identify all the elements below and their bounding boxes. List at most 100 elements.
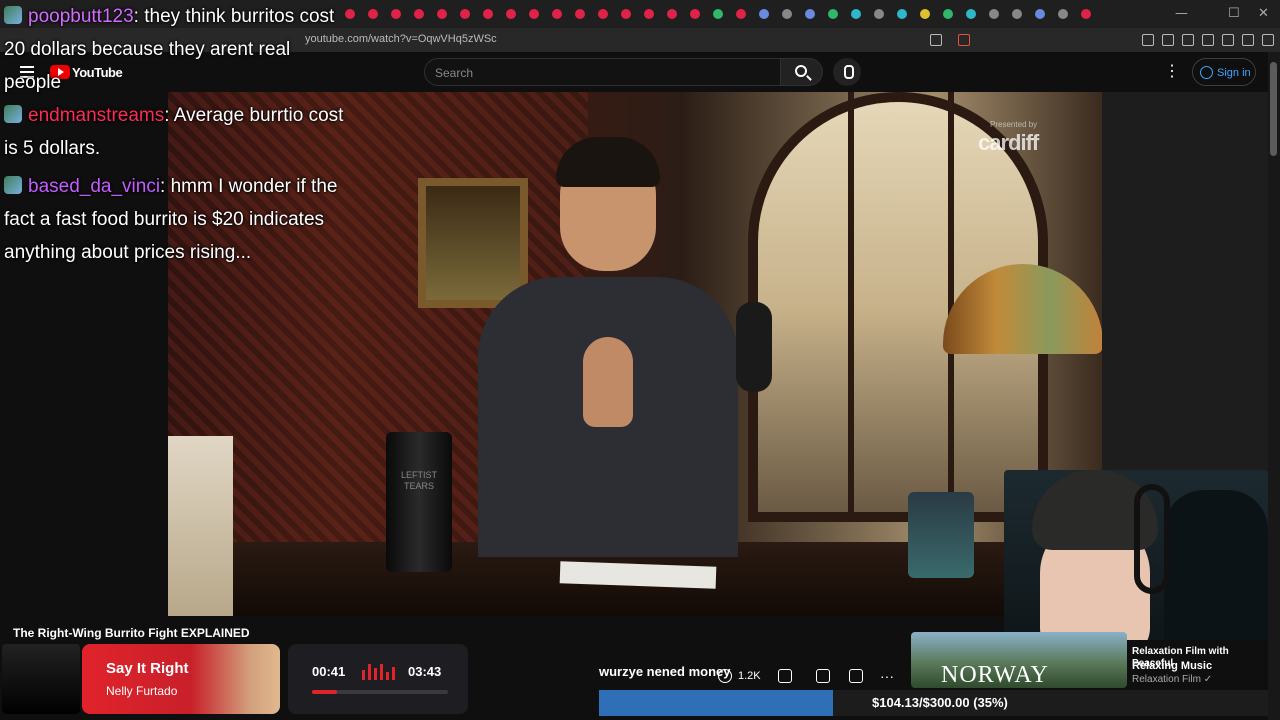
browser-tab-favicon[interactable] [874,9,884,19]
browser-tab-favicon[interactable] [966,9,976,19]
browser-tab-favicon[interactable] [759,9,769,19]
wallet-icon[interactable] [1202,34,1214,46]
share-icon[interactable] [816,669,830,683]
donation-goal-fill [599,690,834,716]
leo-icon[interactable] [1222,34,1234,46]
sidebar-icon[interactable] [1182,34,1194,46]
browser-tab-favicon[interactable] [1012,9,1022,19]
sponsor-caption: Presented by [990,120,1038,129]
host-hair [556,137,660,187]
save-icon[interactable] [849,669,863,683]
brave-shield-icon[interactable] [958,34,970,46]
browser-tab-favicon[interactable] [805,9,815,19]
chat-badge-icon [4,176,22,194]
sign-in-button[interactable]: Sign in [1192,58,1256,86]
browser-tab-favicon[interactable] [414,9,424,19]
browser-tab-favicon[interactable] [575,9,585,19]
browser-tab-favicon[interactable] [644,9,654,19]
search-placeholder: Search [435,66,474,80]
browser-tab-favicon[interactable] [667,9,677,19]
more-actions-icon[interactable]: ··· [880,668,894,692]
video-candle [908,492,974,578]
browser-tab-favicon[interactable] [690,9,700,19]
close-window-button[interactable]: ✕ [1258,6,1269,21]
account-icon [1200,66,1213,79]
extensions-icon[interactable] [1142,34,1154,46]
song-title: Say It Right [106,660,189,677]
browser-tab-favicon[interactable] [897,9,907,19]
scrollbar-thumb[interactable] [1270,62,1277,156]
sponsor-logo: cardiff [978,130,1039,155]
chat-message: endmanstreams: Average burrtio cost is 5… [4,99,354,165]
screen: — ☐ ✕ youtube.com/watch?v=OqwVHq5zWSc Yo… [0,0,1280,720]
browser-tab-favicon[interactable] [368,9,378,19]
music-icon[interactable] [1162,34,1174,46]
chat-badge-icon [4,6,22,24]
chat-badge-icon [4,105,22,123]
streamer-webcam [1004,470,1268,646]
browser-tab-favicon[interactable] [736,9,746,19]
search-icon [795,65,807,77]
browser-tab-favicon[interactable] [851,9,861,19]
browser-tab-favicon[interactable] [437,9,447,19]
like-icon[interactable] [718,669,732,683]
browser-tab-favicon[interactable] [391,9,401,19]
cast-icon[interactable] [930,34,942,46]
chat-message: based_da_vinci: hmm I wonder if the fact… [4,170,349,269]
now-playing-card: Say It Right Nelly Furtado [82,644,280,714]
browser-tab-favicon[interactable] [345,9,355,19]
total-time: 03:43 [408,664,442,679]
visualizer-bar [380,664,383,680]
browser-tab-favicon[interactable] [920,9,930,19]
browser-menu-icon[interactable] [1262,34,1274,46]
visualizer-bar [362,670,365,680]
video-tumbler [386,432,452,572]
album-thumbnail [2,644,80,714]
browser-tab-favicon[interactable] [989,9,999,19]
video-title[interactable]: The Right-Wing Burrito Fight EXPLAINED [13,626,250,640]
vpn-icon[interactable] [1242,34,1254,46]
song-progress-fill [312,690,338,694]
chat-username: poopbutt123 [28,6,134,27]
browser-tab-favicon[interactable] [943,9,953,19]
minimize-button[interactable]: — [1175,6,1188,21]
browser-tab-favicon[interactable] [483,9,493,19]
visualizer-bar [368,664,371,680]
dislike-icon[interactable] [778,669,792,683]
host-hands [583,337,633,427]
recommended-video-subtitle[interactable]: Relaxing Music [1132,660,1212,672]
chat-username: endmanstreams [28,105,165,126]
video-window-mullion [848,92,854,522]
video-host [458,137,758,557]
sign-in-label: Sign in [1217,67,1251,79]
more-options-icon[interactable]: ⋮ [1162,62,1182,82]
search-button[interactable] [781,58,823,86]
browser-tab-favicon[interactable] [598,9,608,19]
elapsed-time: 00:41 [312,664,346,679]
browser-tab-favicon[interactable] [1081,9,1091,19]
recommended-channel[interactable]: Relaxation Film ✓ [1132,674,1212,685]
visualizer-bar [386,672,389,680]
maximize-button[interactable]: ☐ [1228,6,1240,21]
browser-tab-favicon[interactable] [621,9,631,19]
browser-tab-favicon[interactable] [506,9,516,19]
browser-tab-favicon[interactable] [1058,9,1068,19]
visualizer-bar [392,667,395,680]
donation-goal-bar: $104.13/$300.00 (35%) [599,690,1268,716]
browser-tab-favicon[interactable] [828,9,838,19]
donation-alert-text: wurzye nened money [599,664,731,679]
voice-search-button[interactable] [833,58,861,86]
donation-goal-text: $104.13/$300.00 (35%) [872,695,1008,710]
song-progress-track [312,690,448,694]
browser-tab-favicon[interactable] [460,9,470,19]
audio-visualizer-icon [362,664,396,680]
browser-tab-favicon[interactable] [1035,9,1045,19]
video-cigar-box [168,436,233,616]
browser-tab-favicon[interactable] [782,9,792,19]
search-input[interactable]: Search [424,58,781,86]
browser-tab-favicon[interactable] [713,9,723,19]
browser-tab-favicon[interactable] [529,9,539,19]
webcam-chair [1164,490,1268,646]
recommended-video-thumbnail[interactable]: NORWAY [911,632,1127,688]
browser-tab-favicon[interactable] [552,9,562,19]
